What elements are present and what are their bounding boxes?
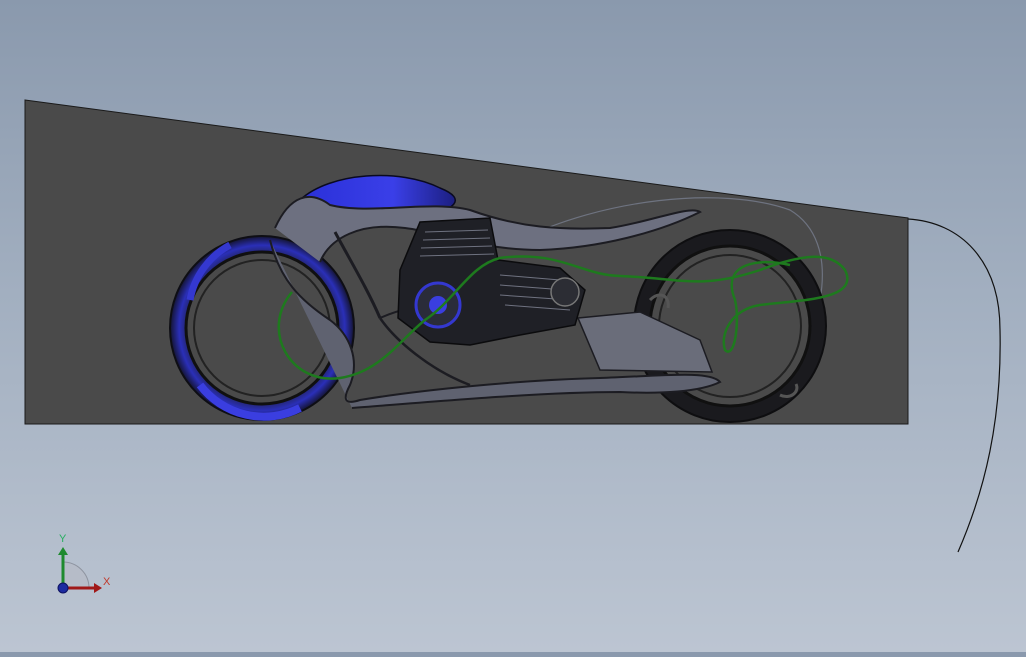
sketch-curve[interactable] — [907, 218, 1001, 553]
graphics-viewport[interactable]: Y X — [0, 0, 1026, 652]
triad-x-axis-label: X — [103, 576, 111, 588]
triad-y-axis-label: Y — [59, 533, 67, 545]
coordinate-triad-icon — [57, 547, 102, 594]
